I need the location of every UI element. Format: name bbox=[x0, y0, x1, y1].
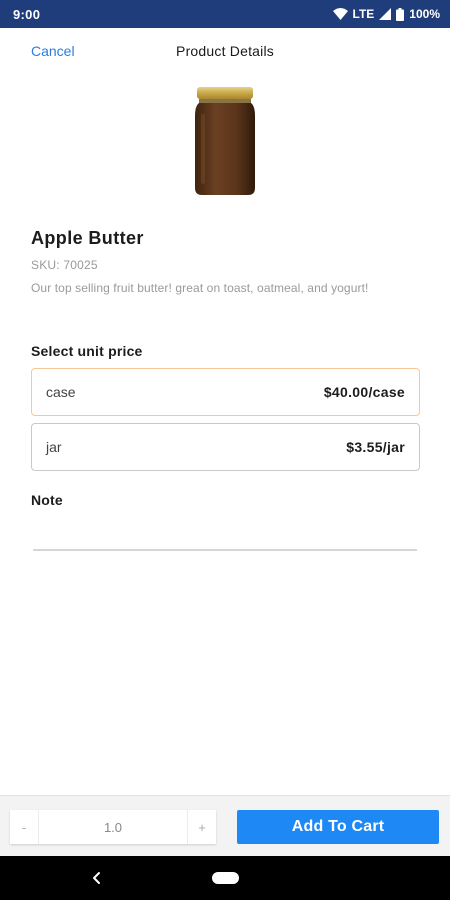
header: Product Details Cancel bbox=[0, 28, 450, 74]
battery-level: 100% bbox=[409, 7, 440, 21]
back-icon[interactable] bbox=[88, 868, 106, 888]
cancel-button[interactable]: Cancel bbox=[31, 43, 75, 59]
wifi-icon bbox=[332, 8, 348, 20]
signal-icon bbox=[379, 8, 392, 20]
navigation-bar bbox=[0, 856, 450, 900]
status-bar: 9:00 LTE 100% bbox=[0, 0, 450, 28]
product-image bbox=[193, 86, 257, 196]
product-description: Our top selling fruit butter! great on t… bbox=[31, 281, 369, 295]
price-option-case[interactable]: case $40.00/case bbox=[31, 368, 420, 416]
status-icons: LTE 100% bbox=[332, 7, 440, 21]
note-input[interactable] bbox=[33, 515, 417, 551]
select-unit-price-label: Select unit price bbox=[31, 343, 143, 359]
quantity-stepper: - 1.0 + bbox=[10, 810, 216, 844]
home-pill-icon[interactable] bbox=[212, 872, 239, 884]
note-label: Note bbox=[31, 492, 63, 508]
price-option-unit: case bbox=[46, 384, 76, 400]
quantity-value[interactable]: 1.0 bbox=[38, 810, 188, 844]
price-option-price: $3.55/jar bbox=[346, 439, 405, 455]
jar-icon bbox=[195, 87, 255, 195]
network-type: LTE bbox=[352, 7, 375, 21]
product-name: Apple Butter bbox=[31, 228, 144, 248]
status-time: 9:00 bbox=[13, 6, 41, 22]
increment-button[interactable]: + bbox=[188, 810, 216, 844]
add-to-cart-button[interactable]: Add To Cart bbox=[237, 810, 439, 844]
price-option-jar[interactable]: jar $3.55/jar bbox=[31, 423, 420, 471]
product-sku: SKU: 70025 bbox=[31, 258, 98, 272]
bottom-bar: - 1.0 + Add To Cart bbox=[0, 795, 450, 856]
decrement-button[interactable]: - bbox=[10, 810, 38, 844]
battery-icon bbox=[396, 7, 405, 21]
price-option-unit: jar bbox=[46, 439, 62, 455]
price-option-price: $40.00/case bbox=[323, 384, 405, 400]
